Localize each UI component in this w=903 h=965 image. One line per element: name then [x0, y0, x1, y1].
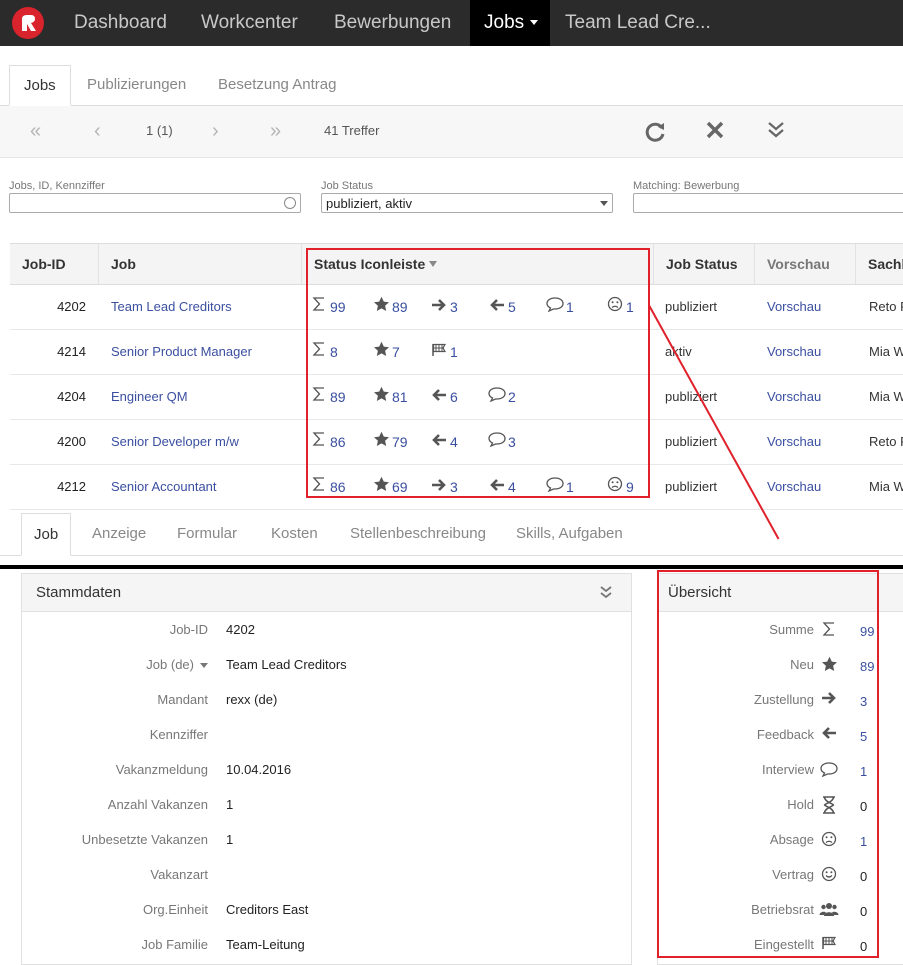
- field-value: rexx (de): [226, 692, 278, 707]
- tab-formular[interactable]: Formular: [177, 513, 237, 556]
- vorschau-link[interactable]: Vorschau: [767, 465, 821, 510]
- tab-job[interactable]: Job: [21, 513, 72, 556]
- job-id-cell: 4200: [57, 434, 86, 449]
- nav-dashboard[interactable]: Dashboard: [74, 0, 167, 46]
- job-id-cell: 4202: [57, 299, 86, 314]
- refresh-icon[interactable]: [643, 120, 667, 148]
- field-label: Job-ID: [169, 622, 208, 637]
- nav-workcenter[interactable]: Workcenter: [201, 0, 298, 46]
- nav-jobs-label: Jobs: [484, 12, 525, 33]
- vorschau-link[interactable]: Vorschau: [767, 375, 821, 420]
- top-navbar: Dashboard Workcenter Bewerbungen Jobs Te…: [0, 0, 903, 46]
- field-label: Mandant: [157, 692, 208, 707]
- stammdaten-title: Stammdaten: [36, 584, 122, 601]
- job-status-select[interactable]: publiziert, aktiv: [321, 193, 613, 213]
- job-status-cell: publiziert: [665, 434, 718, 449]
- jobs-subtabs: Jobs Publizierungen Besetzung Antrag: [0, 46, 903, 106]
- field-label: Vakanzart: [150, 867, 208, 882]
- job-status-value: publiziert, aktiv: [326, 196, 412, 211]
- col-job[interactable]: Job: [98, 244, 301, 284]
- tab-anzeige[interactable]: Anzeige: [92, 513, 146, 556]
- nav-current-job[interactable]: Team Lead Cre...: [565, 0, 711, 46]
- vorschau-link[interactable]: Vorschau: [767, 330, 821, 375]
- job-id-cell: 4204: [57, 389, 86, 404]
- tab-kosten[interactable]: Kosten: [271, 513, 318, 556]
- field-label[interactable]: Job (de): [146, 657, 208, 672]
- job-title-link[interactable]: Senior Accountant: [111, 465, 217, 510]
- sachbearbeiter-cell: Mia W: [869, 344, 903, 359]
- field-value: Team Lead Creditors: [226, 657, 347, 672]
- tab-stellenbeschreibung[interactable]: Stellenbeschreibung: [350, 513, 486, 556]
- caret-down-icon: [200, 663, 208, 669]
- expand-filter-icon[interactable]: [767, 120, 785, 144]
- tab-besetzung-antrag[interactable]: Besetzung Antrag: [218, 65, 336, 106]
- field-value: 1: [226, 797, 234, 812]
- sachbearbeiter-cell: Reto F: [869, 434, 903, 449]
- tab-publizierungen[interactable]: Publizierungen: [87, 65, 186, 106]
- job-id-cell: 4214: [57, 344, 86, 359]
- job-status-label: Job Status: [321, 180, 373, 192]
- stammdaten-header: Stammdaten: [22, 574, 631, 612]
- reset-filter-icon[interactable]: [705, 120, 725, 144]
- col-job-id[interactable]: Job-ID: [10, 244, 98, 284]
- screenshot-divider: [0, 565, 903, 569]
- job-status-cell: publiziert: [665, 299, 718, 314]
- sachbearbeiter-cell: Mia W: [869, 479, 903, 494]
- nav-bewerbungen[interactable]: Bewerbungen: [334, 0, 451, 46]
- field-value: Creditors East: [226, 902, 309, 917]
- search-icon[interactable]: [284, 197, 296, 209]
- field-value: Team-Leitung: [226, 937, 305, 952]
- field-value: 10.04.2016: [226, 762, 292, 777]
- sachbearbeiter-cell: Reto F: [869, 299, 903, 314]
- pager-bar: « ‹ 1 (1) › » 41 Treffer: [0, 106, 903, 158]
- chevron-down-icon: [600, 201, 608, 206]
- job-status-cell: publiziert: [665, 479, 718, 494]
- search-input[interactable]: [9, 193, 301, 213]
- col-job-status[interactable]: Job Status: [653, 244, 754, 284]
- sachbearbeiter-cell: Mia W: [869, 389, 903, 404]
- vorschau-link[interactable]: Vorschau: [767, 420, 821, 465]
- matching-label: Matching: Bewerbung: [633, 180, 740, 192]
- collapse-icon[interactable]: [599, 584, 613, 605]
- job-id-cell: 4212: [57, 479, 86, 494]
- field-label: Org.Einheit: [142, 902, 208, 917]
- job-title-link[interactable]: Senior Product Manager: [111, 330, 252, 375]
- tab-skills-aufgaben[interactable]: Skills, Aufgaben: [516, 513, 623, 556]
- first-page-icon[interactable]: «: [30, 120, 41, 142]
- page-indicator: 1 (1): [146, 123, 173, 138]
- prev-page-icon[interactable]: ‹: [94, 120, 101, 142]
- field-label: Kennziffer: [149, 727, 208, 742]
- job-title-link[interactable]: Engineer QM: [111, 375, 188, 420]
- matching-input[interactable]: [633, 193, 903, 213]
- col-vorschau[interactable]: Vorschau: [754, 244, 855, 284]
- field-value: 4202: [226, 622, 255, 637]
- tab-jobs[interactable]: Jobs: [9, 65, 71, 106]
- highlight-uebersicht: [657, 570, 879, 958]
- next-page-icon[interactable]: ›: [212, 120, 219, 142]
- col-sachbearbeiter[interactable]: Sachb: [855, 244, 903, 284]
- job-title-link[interactable]: Team Lead Creditors: [111, 285, 232, 330]
- logo-icon[interactable]: [12, 7, 44, 39]
- field-label: Job Familie: [141, 937, 208, 952]
- job-status-cell: aktiv: [665, 344, 692, 359]
- last-page-icon[interactable]: »: [270, 120, 281, 142]
- field-label: Vakanzmeldung: [115, 762, 208, 777]
- vorschau-link[interactable]: Vorschau: [767, 285, 821, 330]
- field-label: Anzahl Vakanzen: [107, 797, 208, 812]
- nav-jobs[interactable]: Jobs: [470, 0, 550, 46]
- highlight-status-iconleiste: [306, 248, 650, 498]
- field-label: Unbesetzte Vakanzen: [81, 832, 208, 847]
- hits-count: 41 Treffer: [324, 123, 380, 138]
- search-label: Jobs, ID, Kennziffer: [9, 180, 105, 192]
- job-title-link[interactable]: Senior Developer m/w: [111, 420, 239, 465]
- detail-tabs: Job Anzeige Formular Kosten Stellenbesch…: [0, 513, 903, 556]
- stammdaten-panel: Stammdaten Job-ID 4202 Job (de) Team Lead C…: [21, 573, 632, 965]
- field-value: 1: [226, 832, 234, 847]
- caret-down-icon: [530, 20, 539, 26]
